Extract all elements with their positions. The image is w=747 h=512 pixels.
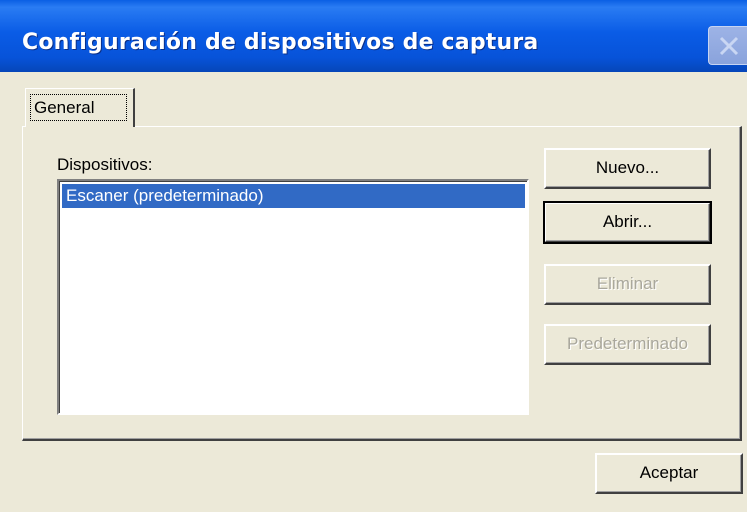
tab-panel-general: Dispositivos: Escaner (predeterminado) N…: [22, 126, 742, 441]
accept-button[interactable]: Aceptar: [595, 453, 743, 494]
tab-general[interactable]: General: [25, 88, 135, 127]
dialog-window: Configuración de dispositivos de captura…: [0, 0, 747, 512]
tab-general-label: General: [34, 98, 95, 117]
set-default-button[interactable]: Predeterminado: [544, 324, 711, 365]
new-button[interactable]: Nuevo...: [544, 148, 711, 189]
close-button[interactable]: [708, 26, 747, 65]
list-item[interactable]: Escaner (predeterminado): [62, 184, 525, 208]
devices-listbox[interactable]: Escaner (predeterminado): [57, 179, 529, 415]
devices-label: Dispositivos:: [57, 155, 153, 174]
open-button[interactable]: Abrir...: [543, 201, 712, 244]
close-icon: [719, 36, 739, 56]
delete-button[interactable]: Eliminar: [544, 264, 711, 305]
window-title: Configuración de dispositivos de captura: [22, 30, 539, 55]
title-bar[interactable]: Configuración de dispositivos de captura: [0, 0, 747, 72]
